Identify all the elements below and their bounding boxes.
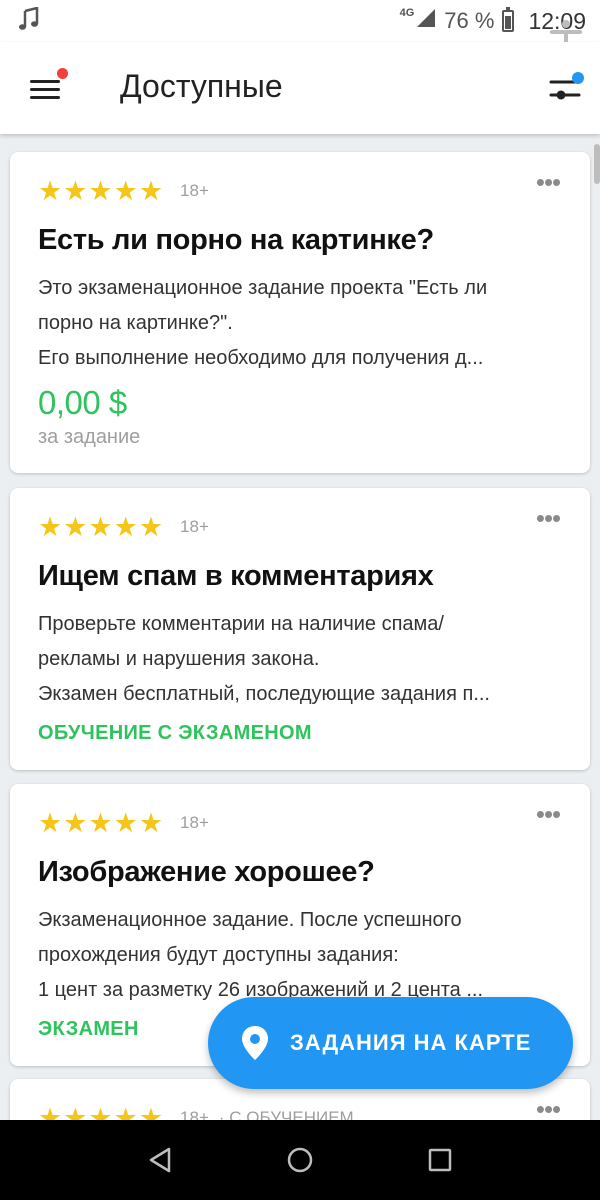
fab-label: ЗАДАНИЯ НА КАРТЕ (290, 1030, 532, 1055)
back-icon[interactable] (140, 1140, 180, 1180)
more-options-icon[interactable]: ••• (528, 505, 568, 531)
rating-stars: ★★★★★ (38, 175, 165, 206)
more-options-icon[interactable]: ••• (528, 169, 568, 195)
rating-stars: ★★★★★ (38, 1102, 165, 1121)
app-bar: Доступные (0, 42, 600, 134)
description-line: Его выполнение необходимо для получения … (38, 347, 484, 369)
task-price: 0,00 $ (38, 384, 127, 421)
scrollbar[interactable] (594, 144, 600, 184)
description-line: рекламы и нарушения закона. (38, 648, 320, 670)
description-line: Проверьте комментарии на наличие спама/ (38, 613, 444, 635)
recents-icon[interactable] (420, 1140, 460, 1180)
signal-icon (416, 8, 436, 34)
task-description: Проверьте комментарии на наличие спама/ … (38, 607, 562, 712)
task-title: Есть ли порно на картинке? (38, 224, 434, 256)
rating-stars: ★★★★★ (38, 511, 165, 542)
task-description: Экзаменационное задание. После успешного… (38, 903, 562, 1008)
rating-stars: ★★★★★ (38, 807, 165, 838)
task-card[interactable]: ★★★★★ 18+ ••• Есть ли порно на картинке?… (10, 152, 590, 473)
battery-percent: 76 % (444, 8, 495, 33)
notification-dot (57, 68, 68, 79)
description-line: порно на картинке?". (38, 312, 233, 334)
hamburger-menu-icon[interactable] (26, 68, 68, 106)
description-line: прохождения будут доступны задания: (38, 944, 399, 966)
music-note-icon (18, 5, 40, 36)
filter-sliders-icon[interactable] (546, 70, 586, 106)
age-badge: 18+ (180, 181, 209, 200)
status-bar: 4G 76 % 12:09 (0, 0, 600, 42)
task-description: Это экзаменационное задание проекта "Ест… (38, 271, 562, 376)
description-line: Экзаменационное задание. После успешного (38, 909, 462, 931)
home-icon[interactable] (280, 1140, 320, 1180)
task-title: Изображение хорошее? (38, 856, 375, 888)
system-nav-bar (0, 1120, 600, 1200)
task-type-badge: ОБУЧЕНИЕ С ЭКЗАМЕНОМ (38, 722, 312, 744)
training-tag: · С ОБУЧЕНИЕМ (218, 1108, 354, 1120)
age-badge: 18+ (180, 1108, 209, 1120)
more-options-icon[interactable]: ••• (528, 1096, 568, 1120)
age-badge: 18+ (180, 813, 209, 832)
page-title: Доступные (120, 68, 283, 104)
network-type: 4G (399, 7, 415, 19)
tasks-on-map-button[interactable]: ЗАДАНИЯ НА КАРТЕ (208, 997, 573, 1089)
task-card[interactable]: ★★★★★ 18+ ••• Ищем спам в комментариях П… (10, 488, 590, 770)
battery-icon (502, 7, 515, 32)
task-list[interactable]: ★★★★★ 18+ ••• Есть ли порно на картинке?… (0, 134, 600, 1120)
description-line: Экзамен бесплатный, последующие задания … (38, 683, 490, 705)
map-pin-icon (242, 1026, 268, 1060)
more-options-icon[interactable]: ••• (528, 801, 568, 827)
description-line: Это экзаменационное задание проекта "Ест… (38, 277, 488, 299)
age-badge: 18+ (180, 517, 209, 536)
task-title: Ищем спам в комментариях (38, 560, 434, 592)
price-unit: за задание (38, 426, 141, 448)
